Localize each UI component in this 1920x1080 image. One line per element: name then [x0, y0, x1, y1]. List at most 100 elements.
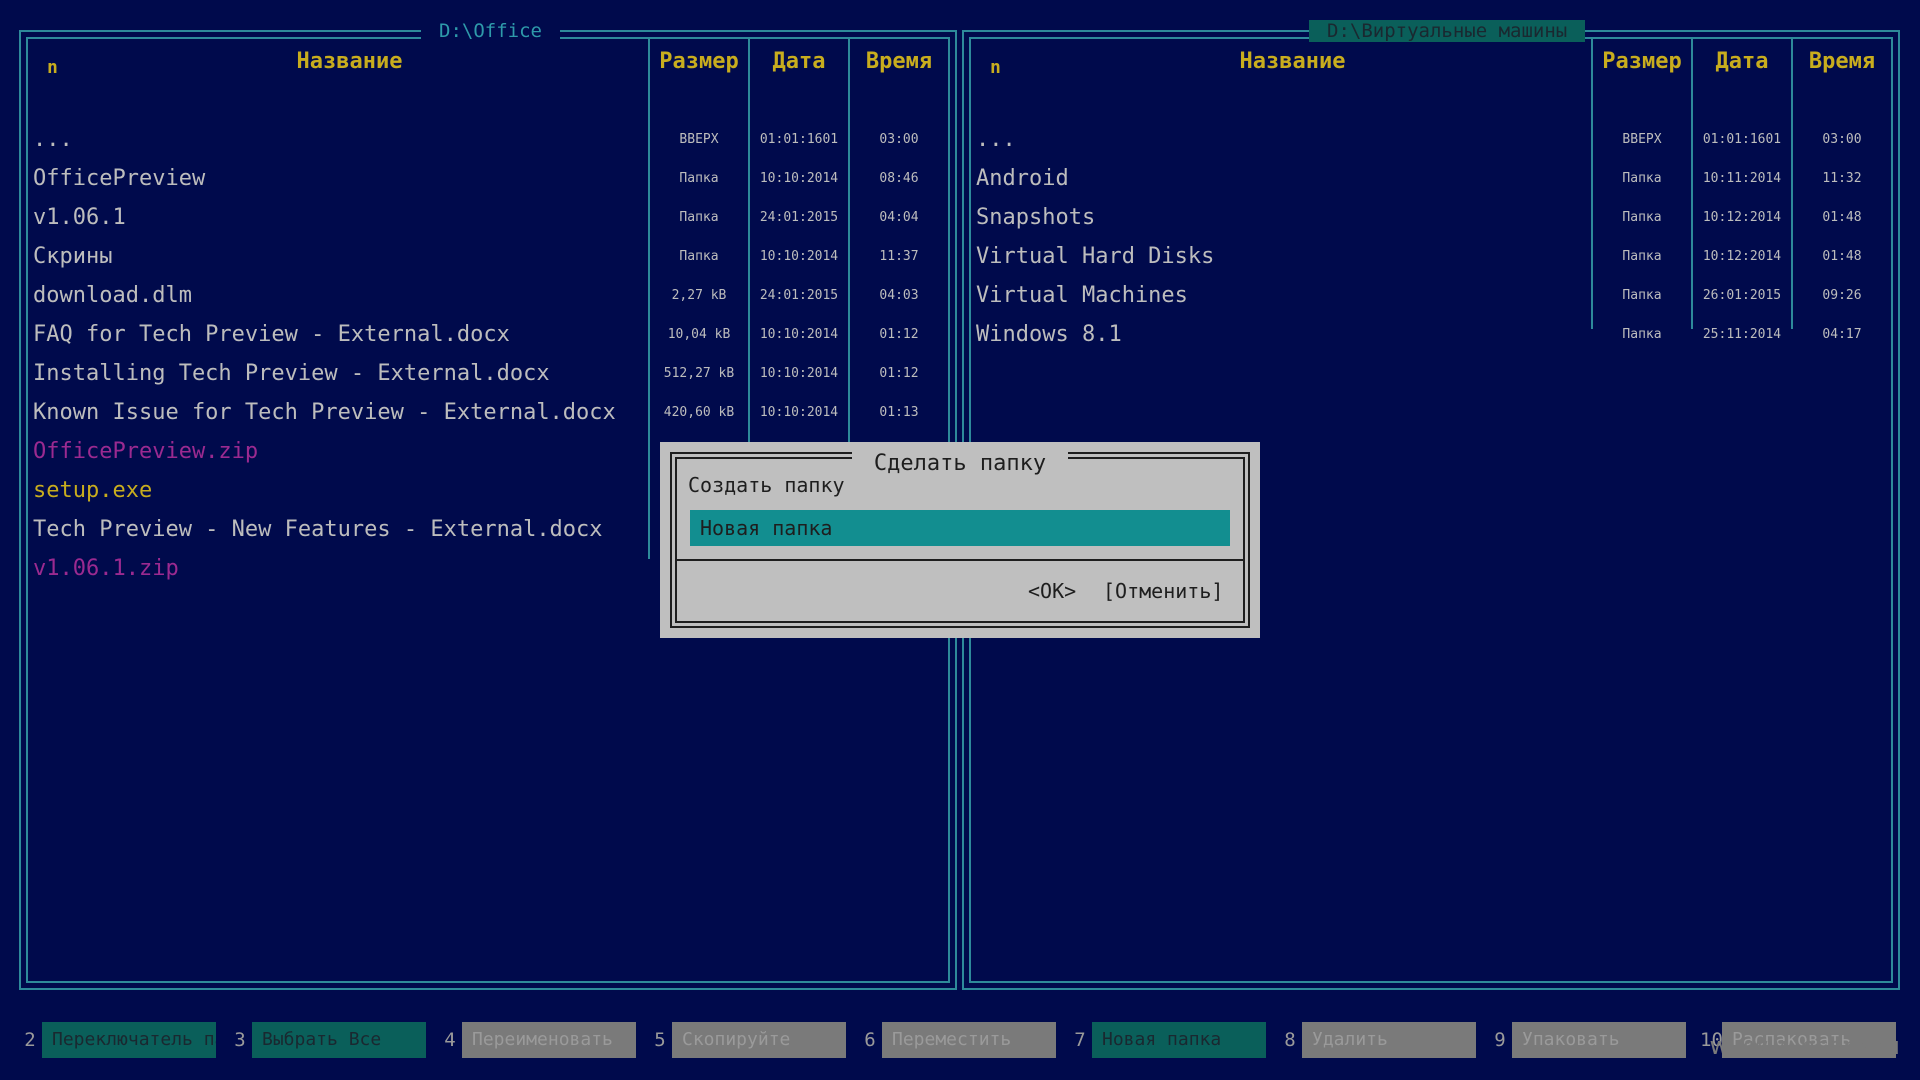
function-key-8[interactable]: 8 Удалить	[1280, 1022, 1476, 1058]
column-header-name[interactable]: Название	[994, 48, 1591, 76]
file-row[interactable]: Installing Tech Preview - External.docx 5…	[21, 354, 955, 393]
file-date: 10:10:2014	[759, 171, 839, 186]
file-time: 01:12	[879, 327, 919, 342]
file-name: ...	[976, 127, 1016, 152]
file-name: Windows 8.1	[976, 322, 1122, 347]
file-date: 26:01:2015	[1702, 288, 1782, 303]
column-header-date[interactable]: Дата	[750, 48, 848, 76]
panel-path: D:\Office	[421, 20, 560, 42]
file-size: Папка	[1622, 171, 1662, 186]
file-row[interactable]: v1.06.1 Папка 24:01:2015 04:04	[21, 198, 955, 237]
file-time: 09:26	[1822, 288, 1862, 303]
file-time: 11:37	[879, 249, 919, 264]
function-key-label: Выбрать Все	[252, 1022, 426, 1058]
file-date: 10:12:2014	[1702, 249, 1782, 264]
file-name: Android	[976, 166, 1069, 191]
file-date: 10:11:2014	[1702, 171, 1782, 186]
function-key-label: Упаковать	[1512, 1022, 1686, 1058]
file-row[interactable]: Snapshots Папка 10:12:2014 01:48	[964, 198, 1898, 237]
file-date: 25:11:2014	[1702, 327, 1782, 342]
panel-path: D:\Виртуальные машины	[1309, 20, 1586, 42]
file-row[interactable]: ... ВВЕРХ 01:01:1601 03:00	[964, 120, 1898, 159]
function-key-5[interactable]: 5 Скопируйте	[650, 1022, 846, 1058]
file-row[interactable]: Windows 8.1 Папка 25:11:2014 04:17	[964, 315, 1898, 354]
file-name: Скрины	[33, 244, 113, 269]
file-row[interactable]: Virtual Machines Папка 26:01:2015 09:26	[964, 276, 1898, 315]
function-key-number: 8	[1284, 1029, 1296, 1051]
file-name: Known Issue for Tech Preview - External.…	[33, 400, 616, 425]
function-key-number: 3	[234, 1029, 246, 1051]
dialog-title: Сделать папку	[672, 451, 1248, 477]
function-key-label: Новая папка	[1092, 1022, 1266, 1058]
file-date: 10:10:2014	[759, 249, 839, 264]
file-time: 01:48	[1822, 249, 1862, 264]
folder-name-input[interactable]	[690, 510, 1230, 546]
cancel-button[interactable]: [Отменить]	[1103, 578, 1223, 604]
file-row[interactable]: FAQ for Tech Preview - External.docx 10,0…	[21, 315, 955, 354]
function-key-6[interactable]: 6 Переместить	[860, 1022, 1056, 1058]
function-key-3[interactable]: 3 Выбрать Все	[230, 1022, 426, 1058]
file-size: Папка	[679, 210, 719, 225]
ok-button[interactable]: <OK>	[1028, 578, 1076, 604]
file-time: 11:32	[1822, 171, 1862, 186]
file-date: 10:12:2014	[1702, 210, 1782, 225]
file-size: Папка	[1622, 288, 1662, 303]
file-name: v1.06.1	[33, 205, 126, 230]
file-date: 01:01:1601	[759, 132, 839, 147]
file-size: 10,04 kB	[667, 327, 731, 342]
file-size: Папка	[1622, 327, 1662, 342]
file-name: FAQ for Tech Preview - External.docx	[33, 322, 510, 347]
file-row[interactable]: download.dlm 2,27 kB 24:01:2015 04:03	[21, 276, 955, 315]
file-size: ВВЕРХ	[1622, 132, 1662, 147]
file-name: setup.exe	[33, 478, 153, 503]
function-key-number: 6	[864, 1029, 876, 1051]
function-key-number: 7	[1074, 1029, 1086, 1051]
file-row[interactable]: Android Папка 10:11:2014 11:32	[964, 159, 1898, 198]
file-name: OfficePreview.zip	[33, 439, 259, 464]
column-header-date[interactable]: Дата	[1693, 48, 1791, 76]
function-key-4[interactable]: 4 Переименовать	[440, 1022, 636, 1058]
file-time: 03:00	[879, 132, 919, 147]
function-key-label: Скопируйте	[672, 1022, 846, 1058]
file-date: 24:01:2015	[759, 210, 839, 225]
file-date: 10:10:2014	[759, 405, 839, 420]
file-name: Virtual Machines	[976, 283, 1188, 308]
file-row[interactable]: Virtual Hard Disks Папка 10:12:2014 01:48	[964, 237, 1898, 276]
function-key-label: Удалить	[1302, 1022, 1476, 1058]
dialog-separator	[675, 559, 1245, 561]
file-name: Snapshots	[976, 205, 1096, 230]
file-row[interactable]: OfficePreview Папка 10:10:2014 08:46	[21, 159, 955, 198]
function-key-9[interactable]: 9 Упаковать	[1490, 1022, 1686, 1058]
file-time: 03:00	[1822, 132, 1862, 147]
function-key-label: Переключатель панелей	[42, 1022, 216, 1058]
file-time: 04:17	[1822, 327, 1862, 342]
file-name: OfficePreview	[33, 166, 206, 191]
function-key-number: 9	[1494, 1029, 1506, 1051]
column-header-name[interactable]: Название	[51, 48, 648, 76]
function-key-2[interactable]: 2 Переключатель панелей	[20, 1022, 216, 1058]
file-size: ВВЕРХ	[679, 132, 719, 147]
column-header-time[interactable]: Время	[850, 48, 948, 76]
function-key-label: Переименовать	[462, 1022, 636, 1058]
file-size: 2,27 kB	[671, 288, 727, 303]
file-time: 01:13	[879, 405, 919, 420]
file-size: 512,27 kB	[663, 366, 735, 381]
file-row[interactable]: ... ВВЕРХ 01:01:1601 03:00	[21, 120, 955, 159]
file-size: Папка	[679, 171, 719, 186]
file-size: Папка	[1622, 249, 1662, 264]
file-name: download.dlm	[33, 283, 192, 308]
file-name: Installing Tech Preview - External.docx	[33, 361, 550, 386]
file-time: 04:04	[879, 210, 919, 225]
file-name: ...	[33, 127, 73, 152]
column-header-size[interactable]: Размер	[1593, 48, 1691, 76]
make-folder-dialog: Сделать папку Создать папку <OK> [Отмени…	[660, 442, 1260, 638]
file-row[interactable]: Known Issue for Tech Preview - External.…	[21, 393, 955, 432]
file-row[interactable]: Скрины Папка 10:10:2014 11:37	[21, 237, 955, 276]
function-key-7[interactable]: 7 Новая папка	[1070, 1022, 1266, 1058]
function-key-number: 5	[654, 1029, 666, 1051]
file-size: Папка	[1622, 210, 1662, 225]
file-size: Папка	[679, 249, 719, 264]
column-header-size[interactable]: Размер	[650, 48, 748, 76]
file-date: 01:01:1601	[1702, 132, 1782, 147]
column-header-time[interactable]: Время	[1793, 48, 1891, 76]
